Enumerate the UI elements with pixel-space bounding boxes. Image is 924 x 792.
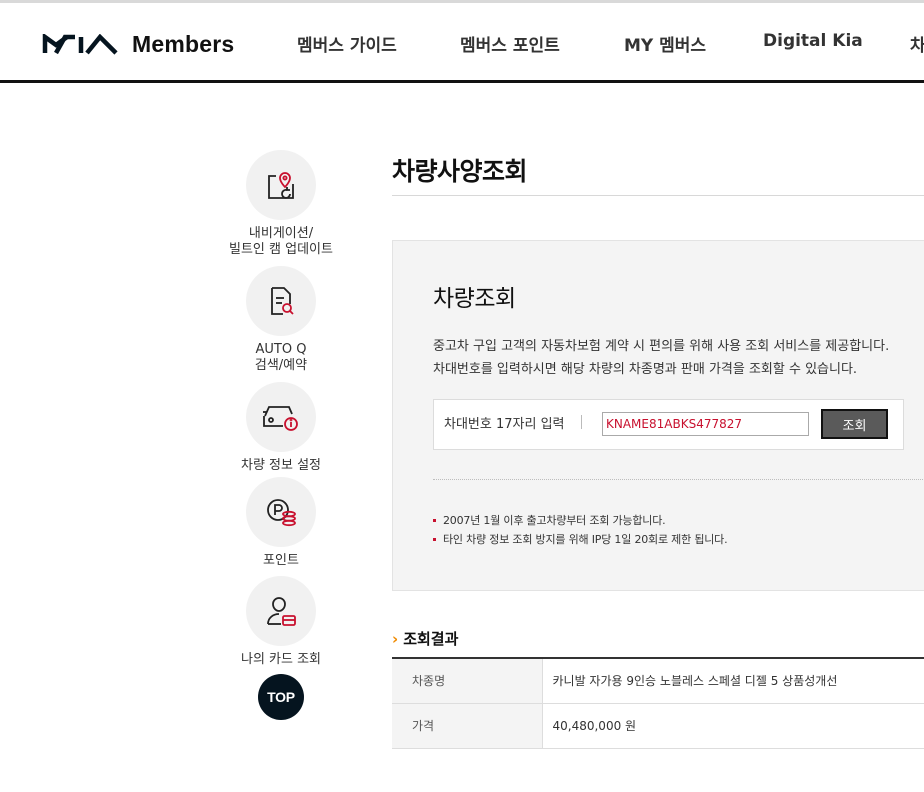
quick-item-label: 포인트 [263, 553, 299, 568]
lookup-desc-line: 중고차 구입 고객의 자동차보험 계약 시 편의를 위해 사용 조회 서비스를 … [433, 339, 890, 354]
document-search-icon [246, 266, 316, 336]
quick-item-point[interactable]: 포인트 [226, 477, 336, 569]
user-card-icon [246, 576, 316, 646]
vin-search-box: 차대번호 17자리 입력 조회 [433, 399, 904, 450]
point-coin-icon [246, 477, 316, 547]
quick-item-label: 나의 카드 조회 [240, 652, 322, 667]
result-heading: › 조회결과 [392, 628, 458, 649]
row-value-price: 40,480,000 원 [542, 703, 924, 749]
note-item: 타인 차량 정보 조회 방지를 위해 IP당 1일 20회로 제한 됩니다. [433, 530, 728, 549]
lookup-notes: 2007년 1월 이후 출고차량부터 조회 가능합니다. 타인 차량 정보 조회… [433, 511, 728, 549]
nav-item-cut-off[interactable]: 차 [910, 31, 924, 56]
car-info-icon [246, 382, 316, 452]
vin-input-label: 차대번호 17자리 입력 [444, 417, 565, 432]
lookup-description: 중고차 구입 고객의 자동차보험 계약 시 편의를 위해 사용 조회 서비스를 … [433, 335, 889, 381]
quick-item-navigation-update[interactable]: 내비게이션/ 빌트인 캠 업데이트 [226, 150, 336, 258]
title-divider [392, 195, 924, 196]
vehicle-lookup-panel: 차량조회 중고차 구입 고객의 자동차보험 계약 시 편의를 위해 사용 조회 … [392, 240, 924, 591]
search-button[interactable]: 조회 [821, 409, 888, 439]
scroll-top-button[interactable]: TOP [258, 674, 304, 720]
chevron-right-icon: › [392, 629, 399, 648]
lookup-title: 차량조회 [433, 286, 516, 312]
label-separator [581, 415, 582, 429]
lookup-desc-line: 차대번호를 입력하시면 해당 차량의 차종명과 판매 가격을 조회할 수 있습니… [433, 362, 858, 377]
kia-members-logo[interactable]: Members [42, 31, 234, 58]
row-label-model: 차종명 [392, 658, 543, 704]
nav-digital-kia[interactable]: Digital Kia [763, 31, 863, 51]
row-value-model: 카니발 자가용 9인승 노블레스 스페셜 디젤 5 상품성개선 [542, 658, 924, 704]
quick-item-car-info[interactable]: 차량 정보 설정 [226, 382, 336, 474]
table-row: 가격 40,480,000 원 [392, 703, 924, 749]
vin-input[interactable] [602, 412, 809, 436]
row-label-price: 가격 [392, 703, 543, 749]
kia-logo-icon [42, 33, 118, 55]
result-title: 조회결과 [403, 630, 459, 648]
quick-item-my-card[interactable]: 나의 카드 조회 [226, 576, 336, 668]
nav-members-point[interactable]: 멤버스 포인트 [460, 31, 560, 56]
result-table: 차종명 카니발 자가용 9인승 노블레스 스페셜 디젤 5 상품성개선 가격 4… [392, 657, 924, 749]
table-row: 차종명 카니발 자가용 9인승 노블레스 스페셜 디젤 5 상품성개선 [392, 658, 924, 704]
quick-item-label: 내비게이션/ 빌트인 캠 업데이트 [229, 226, 333, 257]
quick-item-auto-q[interactable]: AUTO Q 검색/예약 [226, 266, 336, 374]
navigation-update-icon [246, 150, 316, 220]
quick-item-label: 차량 정보 설정 [240, 458, 322, 473]
note-item: 2007년 1월 이후 출고차량부터 조회 가능합니다. [433, 511, 727, 530]
logo-text: Members [132, 31, 235, 57]
page-title: 차량사양조회 [392, 157, 528, 186]
site-header: Members 멤버스 가이드 멤버스 포인트 MY 멤버스 Digital K… [0, 3, 924, 83]
nav-members-guide[interactable]: 멤버스 가이드 [297, 31, 397, 56]
nav-my-members[interactable]: MY 멤버스 [624, 31, 706, 56]
quick-item-label: AUTO Q 검색/예약 [254, 342, 308, 373]
dotted-divider [433, 479, 924, 480]
